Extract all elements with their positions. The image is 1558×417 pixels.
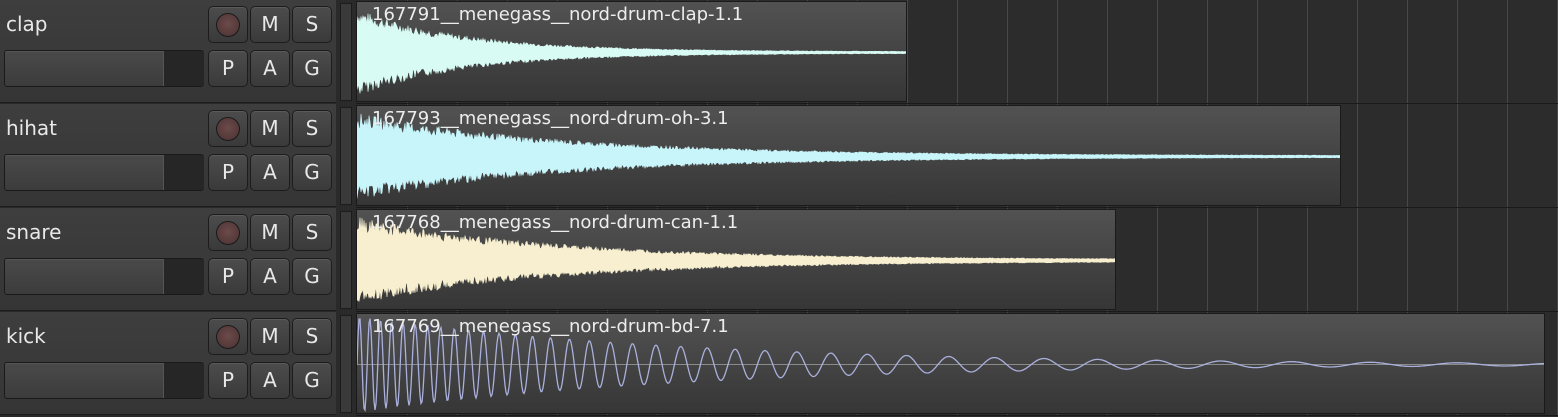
track-name-label[interactable]: kick — [6, 324, 46, 348]
automation-button[interactable]: A — [250, 50, 290, 87]
track-snare: snare M S P A G 167768__menegass__nord-d… — [0, 208, 1558, 312]
automation-button[interactable]: A — [250, 362, 290, 399]
track-clap: clap M S P A G 167791__menegass__nord-dr… — [0, 0, 1558, 104]
mute-button[interactable]: M — [250, 318, 290, 355]
fader-handle[interactable] — [163, 363, 204, 398]
record-arm-button[interactable] — [208, 6, 248, 43]
fader-handle[interactable] — [163, 51, 204, 86]
gain-fader[interactable] — [4, 50, 204, 87]
track-header: hihat M S P A G — [0, 104, 336, 207]
track-name-label[interactable]: clap — [6, 12, 48, 36]
record-icon — [216, 117, 240, 141]
group-button[interactable]: G — [292, 362, 332, 399]
gain-fader[interactable] — [4, 362, 204, 399]
region-name: 167769__menegass__nord-drum-bd-7.1 — [372, 316, 729, 337]
mute-button[interactable]: M — [250, 214, 290, 251]
automation-button[interactable]: A — [250, 154, 290, 191]
record-arm-button[interactable] — [208, 214, 248, 251]
solo-button[interactable]: S — [292, 318, 332, 355]
mute-button[interactable]: M — [250, 110, 290, 147]
audio-region[interactable]: 167768__menegass__nord-drum-can-1.1 — [356, 209, 1116, 310]
audio-region[interactable]: 167793__menegass__nord-drum-oh-3.1 — [356, 105, 1341, 206]
track-header: kick M S P A G — [0, 312, 336, 415]
phase-button[interactable]: P — [208, 154, 248, 191]
region-name: 167791__menegass__nord-drum-clap-1.1 — [372, 4, 744, 25]
track-color-strip[interactable] — [340, 315, 352, 413]
record-icon — [216, 13, 240, 37]
fader-handle[interactable] — [163, 155, 204, 190]
automation-button[interactable]: A — [250, 258, 290, 295]
solo-button[interactable]: S — [292, 110, 332, 147]
track-name-label[interactable]: hihat — [6, 116, 57, 140]
solo-button[interactable]: S — [292, 6, 332, 43]
record-icon — [216, 221, 240, 245]
track-header: snare M S P A G — [0, 208, 336, 311]
audio-region[interactable]: 167791__menegass__nord-drum-clap-1.1 — [356, 1, 907, 102]
record-arm-button[interactable] — [208, 318, 248, 355]
track-color-strip[interactable] — [340, 3, 352, 101]
phase-button[interactable]: P — [208, 362, 248, 399]
track-lane[interactable]: 167793__menegass__nord-drum-oh-3.1 — [356, 104, 1558, 208]
record-icon — [216, 325, 240, 349]
track-lane[interactable]: 167791__menegass__nord-drum-clap-1.1 — [356, 0, 1558, 104]
track-hihat: hihat M S P A G 167793__menegass__nord-d… — [0, 104, 1558, 208]
gain-fader[interactable] — [4, 154, 204, 191]
phase-button[interactable]: P — [208, 258, 248, 295]
track-lane[interactable]: 167768__menegass__nord-drum-can-1.1 — [356, 208, 1558, 312]
track-kick: kick M S P A G 167769__menegass__nord-dr… — [0, 312, 1558, 416]
group-button[interactable]: G — [292, 154, 332, 191]
region-name: 167768__menegass__nord-drum-can-1.1 — [372, 212, 739, 233]
mute-button[interactable]: M — [250, 6, 290, 43]
fader-handle[interactable] — [163, 259, 204, 294]
audio-region[interactable]: 167769__menegass__nord-drum-bd-7.1 — [356, 313, 1545, 414]
track-name-label[interactable]: snare — [6, 220, 61, 244]
group-button[interactable]: G — [292, 258, 332, 295]
region-name: 167793__menegass__nord-drum-oh-3.1 — [372, 108, 729, 129]
waveform-path — [357, 13, 906, 94]
solo-button[interactable]: S — [292, 214, 332, 251]
phase-button[interactable]: P — [208, 50, 248, 87]
track-color-strip[interactable] — [340, 211, 352, 309]
track-lane[interactable]: 167769__menegass__nord-drum-bd-7.1 — [356, 312, 1558, 416]
group-button[interactable]: G — [292, 50, 332, 87]
track-color-strip[interactable] — [340, 107, 352, 205]
record-arm-button[interactable] — [208, 110, 248, 147]
track-header: clap M S P A G — [0, 0, 336, 103]
gain-fader[interactable] — [4, 258, 204, 295]
